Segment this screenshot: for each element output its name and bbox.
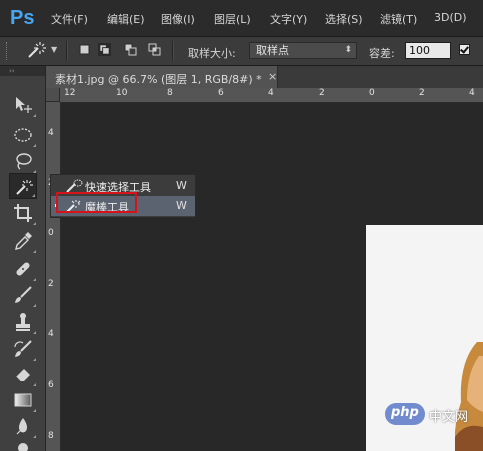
menu-layer[interactable]: 图层(L) (214, 11, 251, 27)
photoshop-window: Ps 文件(F) 编辑(E) 图像(I) 图层(L) 文字(Y) 选择(S) 滤… (0, 0, 483, 451)
cat-illustration (455, 342, 483, 451)
menu-3d[interactable]: 3D(D) (434, 11, 467, 24)
eraser-tool[interactable] (9, 361, 37, 387)
ruler-label: 2 (48, 279, 54, 289)
vertical-ruler[interactable]: 4 2 0 2 4 6 8 (46, 102, 61, 451)
annotation-highlight-box (56, 192, 137, 213)
move-tool[interactable] (9, 92, 37, 118)
sample-size-select[interactable]: 取样点 ⬍ (249, 42, 357, 59)
tool-group-indicator (33, 331, 36, 334)
anti-alias-checkbox[interactable] (459, 44, 470, 55)
clone-stamp-tool[interactable] (9, 309, 37, 335)
gradient-tool[interactable] (9, 387, 37, 413)
add-to-selection-icon[interactable] (98, 43, 111, 56)
magic-wand-tool[interactable] (9, 173, 37, 199)
options-bar-grip[interactable] (6, 42, 10, 60)
history-brush-tool[interactable] (9, 336, 37, 362)
ruler-label: 0 (48, 228, 54, 238)
menu-edit[interactable]: 编辑(E) (107, 11, 145, 27)
blur-icon (16, 418, 27, 435)
ruler-label: 6 (218, 88, 224, 98)
menu-type[interactable]: 文字(Y) (270, 11, 307, 27)
blur-tool[interactable] (9, 413, 37, 439)
tolerance-label: 容差: (369, 47, 395, 60)
eyedropper-icon (15, 232, 32, 250)
dodge-tool[interactable] (9, 439, 37, 451)
document-tab-title: 素材1.jpg @ 66.7% (图层 1, RGB/8#) * (55, 73, 262, 86)
menu-image[interactable]: 图像(I) (161, 11, 195, 27)
sample-size-label: 取样大小: (188, 47, 236, 60)
spot-healing-brush-tool[interactable] (9, 256, 37, 282)
flyout-item-shortcut: W (176, 179, 187, 192)
options-bar: ▼ 取样大小: 取样点 ⬍ 容差: 100 (0, 37, 483, 66)
tool-group-indicator (32, 194, 35, 197)
ruler-label: 0 (369, 88, 375, 98)
ruler-label: 4 (48, 128, 54, 138)
menu-bar: Ps 文件(F) 编辑(E) 图像(I) 图层(L) 文字(Y) 选择(S) 滤… (0, 0, 483, 37)
sample-size-value: 取样点 (256, 44, 289, 57)
ruler-label: 12 (64, 88, 76, 98)
ruler-label: 4 (268, 88, 274, 98)
document-tab-bar: 素材1.jpg @ 66.7% (图层 1, RGB/8#) * × (46, 66, 483, 88)
ruler-label: 2 (319, 88, 325, 98)
subtract-from-selection-icon[interactable] (124, 43, 137, 56)
tool-group-indicator (33, 278, 36, 281)
flyout-item-shortcut: W (176, 199, 187, 212)
history-brush-icon (14, 340, 32, 357)
ruler-label: 8 (167, 88, 173, 98)
document-tab[interactable]: 素材1.jpg @ 66.7% (图层 1, RGB/8#) * × (46, 66, 278, 88)
ruler-label: 6 (48, 380, 54, 390)
watermark-php-text: php (391, 405, 419, 420)
select-arrows-icon: ⬍ (344, 45, 352, 55)
tool-group-indicator (33, 114, 36, 117)
new-selection-icon[interactable] (78, 43, 91, 56)
quick-selection-icon (66, 179, 83, 193)
move-icon (16, 97, 32, 113)
divider (172, 41, 174, 61)
watermark-cn-text: 中文网 (429, 410, 469, 425)
brush-tool[interactable] (9, 282, 37, 308)
tool-group-indicator (33, 383, 36, 386)
tool-preset-picker[interactable] (24, 40, 48, 60)
tool-group-indicator (33, 250, 36, 253)
tolerance-input[interactable]: 100 (405, 42, 451, 59)
intersect-selection-icon[interactable] (148, 43, 161, 56)
crop-icon (14, 204, 32, 222)
chevron-down-icon[interactable]: ▼ (51, 45, 57, 54)
crop-tool[interactable] (9, 200, 37, 226)
ellipse-marquee-icon (14, 128, 32, 142)
menu-select[interactable]: 选择(S) (325, 11, 363, 27)
ruler-origin[interactable] (46, 88, 60, 102)
tool-group-indicator (33, 435, 36, 438)
menu-file[interactable]: 文件(F) (51, 11, 88, 27)
dodge-icon (18, 443, 28, 451)
gradient-icon (14, 393, 32, 407)
ruler-label: 8 (48, 431, 54, 441)
brush-icon (15, 286, 32, 303)
eraser-icon (15, 369, 30, 382)
close-icon[interactable]: × (268, 70, 277, 83)
bandage-icon (16, 262, 30, 276)
ruler-label: 4 (48, 329, 54, 339)
ruler-label: 10 (116, 88, 128, 98)
divider (66, 41, 68, 61)
tool-group-indicator (33, 409, 36, 412)
ruler-label: 2 (419, 88, 425, 98)
photoshop-logo: Ps (10, 7, 35, 29)
magic-wand-icon (16, 180, 33, 195)
tool-group-indicator (33, 222, 36, 225)
magic-wand-icon (28, 42, 46, 58)
eyedropper-tool[interactable] (9, 228, 37, 254)
stamp-icon (16, 313, 30, 331)
lasso-icon (16, 153, 32, 170)
menu-filter[interactable]: 滤镜(T) (380, 11, 417, 27)
toolbox: ›› (0, 66, 46, 451)
tool-group-indicator (33, 304, 36, 307)
horizontal-ruler[interactable]: 12 10 8 6 4 2 0 2 4 (46, 88, 483, 103)
elliptical-marquee-tool[interactable] (9, 122, 37, 148)
ruler-label: 4 (469, 88, 475, 98)
lasso-tool[interactable] (9, 148, 37, 174)
tool-group-indicator (33, 144, 36, 147)
toolbox-collapse-handle[interactable]: ›› (0, 66, 45, 76)
